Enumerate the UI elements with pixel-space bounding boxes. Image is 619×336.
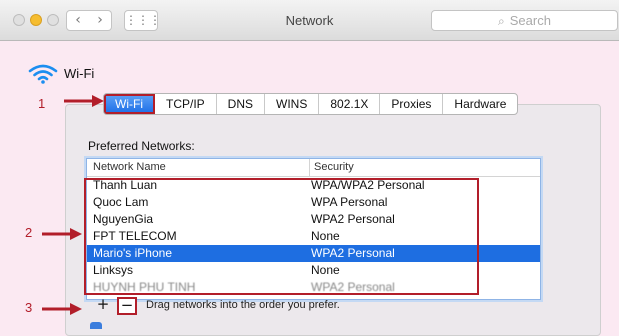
- tab-proxies[interactable]: Proxies: [380, 94, 444, 114]
- annotation-number: 2: [25, 225, 33, 240]
- tab-tcpip[interactable]: TCP/IP: [155, 94, 217, 114]
- wifi-label: Wi-Fi: [64, 66, 95, 81]
- search-placeholder: Search: [509, 13, 551, 28]
- annotation-number: 3: [25, 300, 33, 315]
- tab-wifi[interactable]: Wi-Fi: [104, 94, 155, 114]
- column-header-security[interactable]: Security: [309, 159, 354, 176]
- networks-highlight-box: [84, 178, 479, 295]
- arrow-icon: [42, 228, 82, 240]
- preferred-networks-label: Preferred Networks:: [88, 139, 195, 153]
- search-icon: ⌕: [498, 14, 505, 28]
- drag-hint-text: Drag networks into the order you prefer.: [146, 299, 340, 311]
- arrow-icon: [64, 95, 104, 107]
- add-network-button[interactable]: +: [94, 297, 112, 313]
- column-header-network-name[interactable]: Network Name: [93, 159, 166, 176]
- checkbox-partial[interactable]: [90, 322, 102, 329]
- tab-wins[interactable]: WINS: [265, 94, 320, 114]
- title-bar: ‹ › ⋮⋮⋮ Network ⌕ Search: [0, 0, 619, 41]
- remove-network-button[interactable]: −: [117, 297, 137, 315]
- arrow-icon: [42, 303, 82, 315]
- tab-8021x[interactable]: 802.1X: [319, 94, 381, 114]
- tab-hardware[interactable]: Hardware: [443, 94, 517, 114]
- annotation-number: 1: [38, 96, 46, 111]
- table-header: Network Name Security: [87, 159, 540, 177]
- wifi-icon: [28, 64, 58, 84]
- tab-bar: Wi-Fi TCP/IP DNS WINS 802.1X Proxies Har…: [103, 93, 519, 115]
- tab-dns[interactable]: DNS: [217, 94, 265, 114]
- search-field[interactable]: ⌕ Search: [431, 10, 618, 31]
